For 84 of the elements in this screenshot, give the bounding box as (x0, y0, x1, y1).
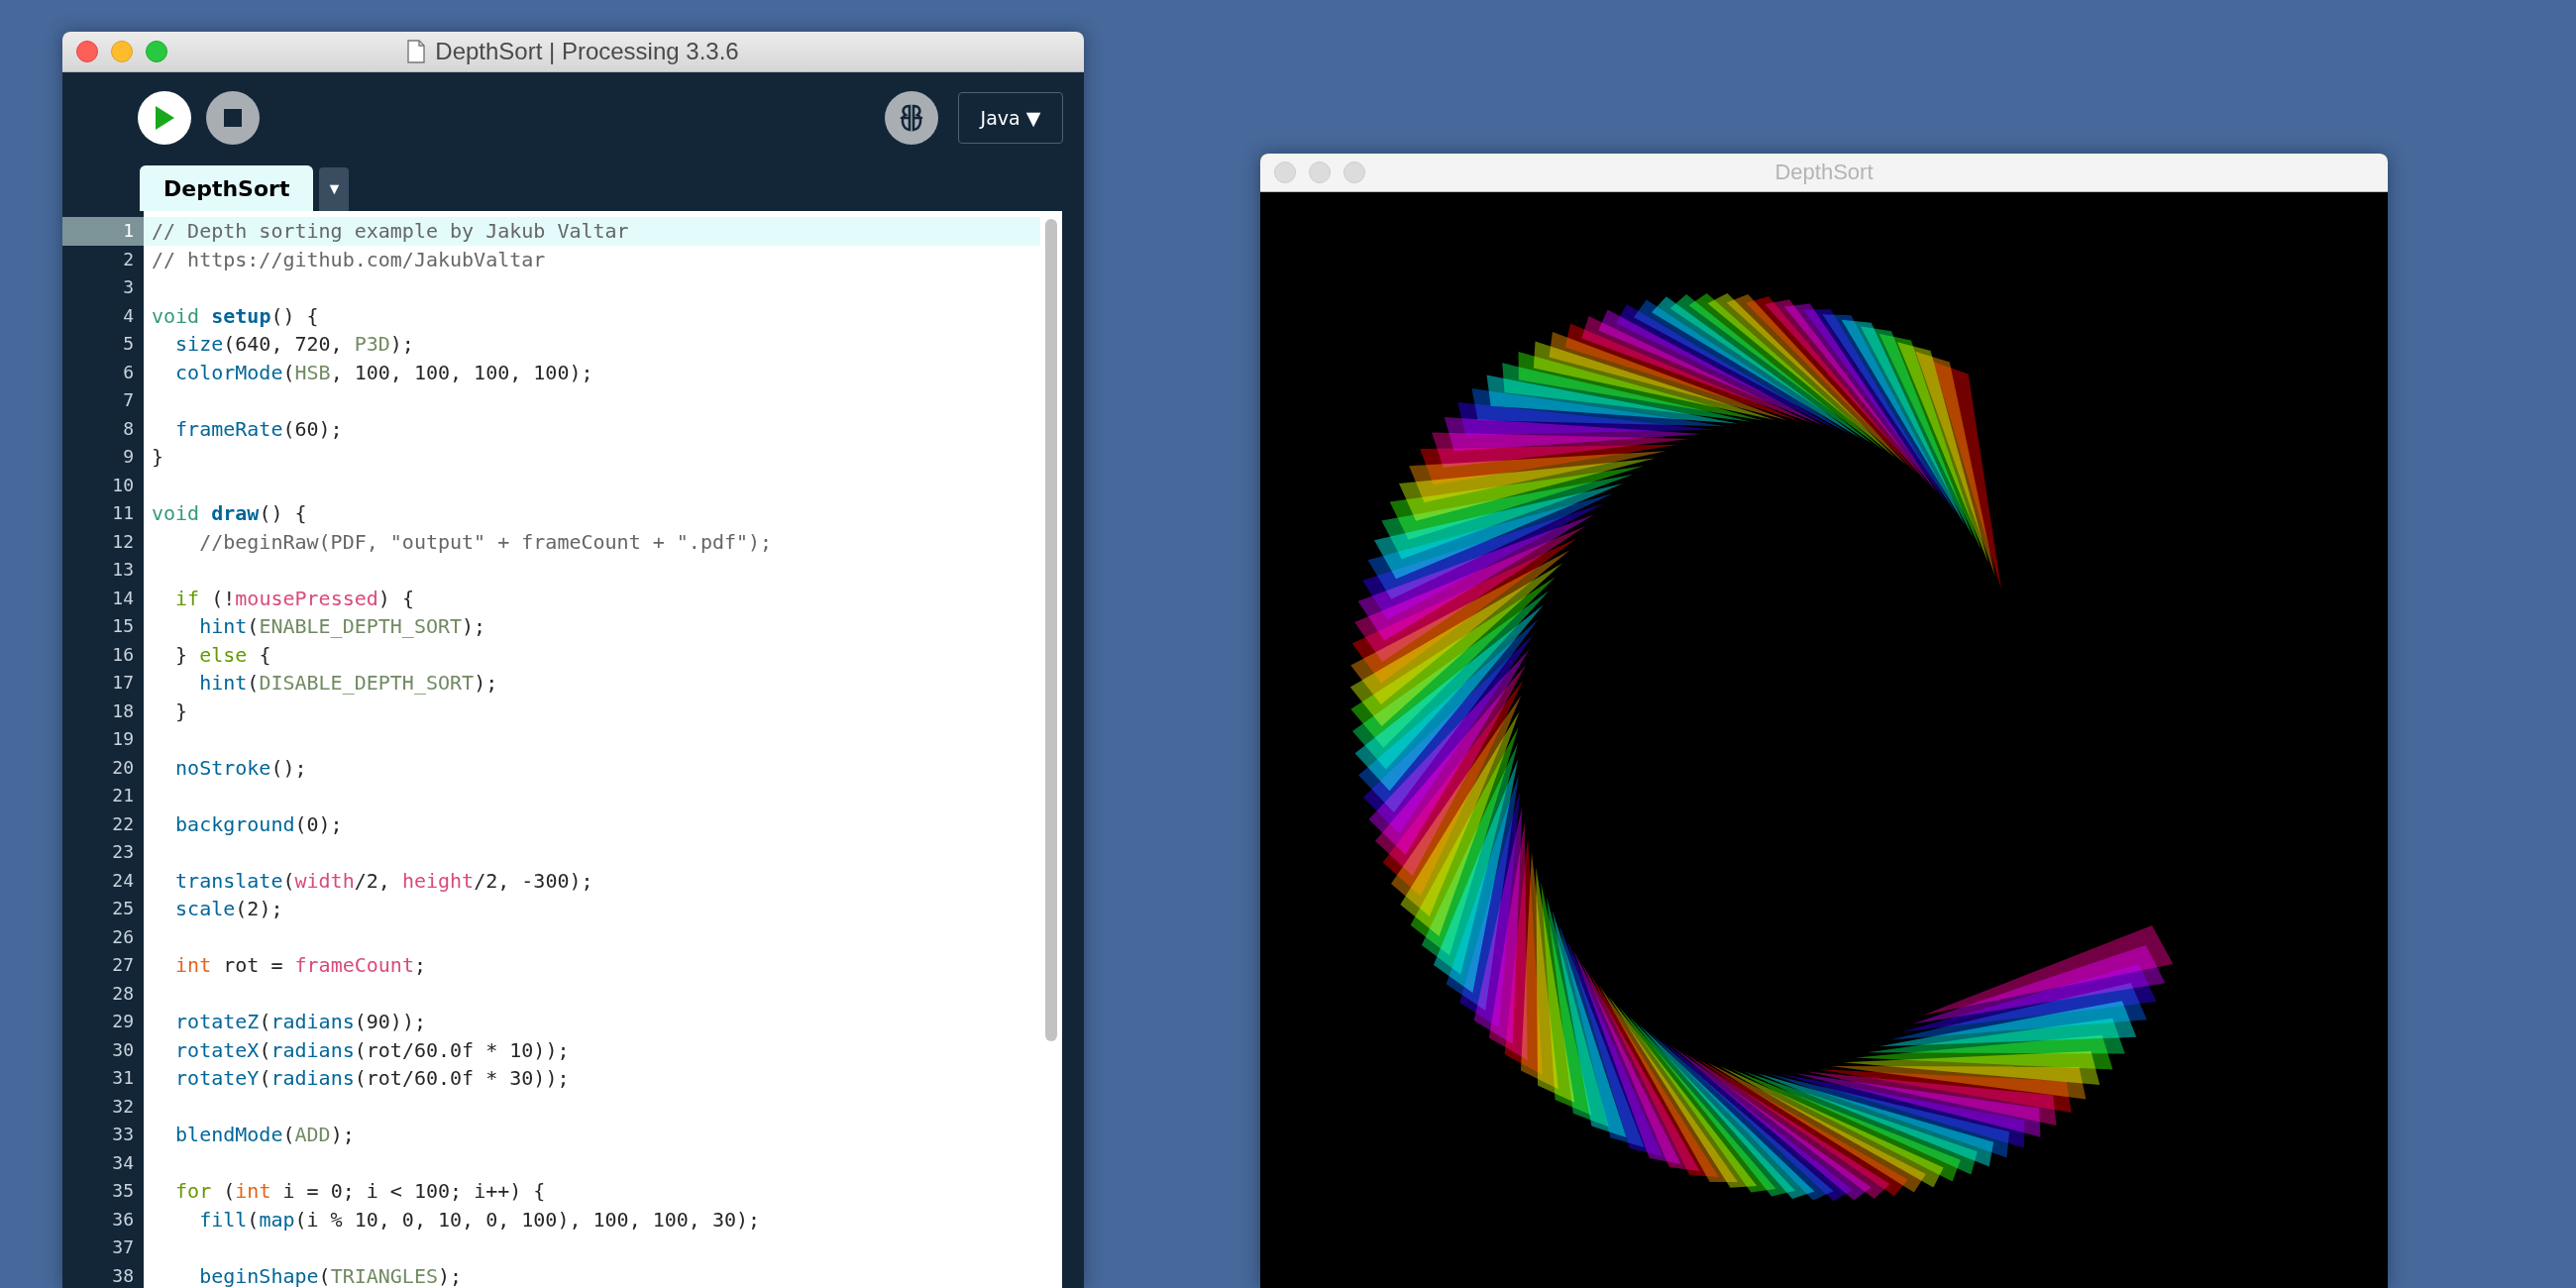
run-button[interactable] (138, 91, 191, 145)
line-number: 34 (112, 1150, 134, 1175)
debug-button[interactable] (885, 91, 938, 145)
code-editor[interactable] (144, 211, 1040, 1288)
line-number: 38 (112, 1263, 134, 1288)
line-number: 28 (112, 981, 134, 1006)
line-number: 15 (112, 614, 134, 638)
line-number: 11 (112, 501, 134, 525)
code-line: rotateX(radians(rot/60.0f * 10)); (174, 1036, 571, 1064)
code-line: frameRate(60); (174, 415, 344, 443)
code-line: blendMode(ADD); (174, 1122, 356, 1148)
line-number: 6 (123, 360, 134, 384)
code-line: for (int i = 0; i < 100; i++) { (174, 1178, 547, 1205)
code-line: scale(2); (174, 896, 284, 922)
play-icon (154, 105, 175, 131)
code-line: beginShape(TRIANGLES); (198, 1262, 464, 1288)
line-number: 7 (123, 388, 134, 412)
stop-button[interactable] (206, 91, 260, 145)
line-number: 8 (123, 416, 134, 441)
code-line: size(640, 720, P3D); (174, 331, 415, 358)
line-number: 1 (123, 219, 134, 243)
line-number: 27 (112, 953, 134, 977)
code-line: fill(map(i % 10, 0, 10, 0, 100), 100, 100, 30); (198, 1206, 762, 1234)
code-line: void setup() { (151, 302, 320, 330)
scrollbar[interactable] (1040, 211, 1062, 1288)
line-number: 29 (112, 1010, 134, 1033)
line-number: 20 (112, 755, 134, 780)
line-number: 16 (112, 642, 134, 667)
code-line: rotateZ(radians(90)); (174, 1009, 427, 1035)
code-line: void draw() { (151, 500, 308, 527)
line-number: 10 (112, 473, 134, 497)
line-number: 13 (112, 558, 134, 582)
line-number: 2 (123, 247, 134, 271)
line-number: 5 (123, 332, 134, 356)
line-number: 9 (123, 445, 134, 469)
minimize-button[interactable] (1309, 161, 1331, 183)
butterfly-icon (899, 103, 924, 133)
code-line: //beginRaw(PDF, "output" + frameCount + ".pdf"); (198, 528, 774, 556)
window-title: DepthSort (1774, 160, 1874, 185)
tab-menu-button[interactable]: ▼ (319, 167, 350, 211)
line-number: 25 (112, 897, 134, 920)
line-number: 19 (112, 727, 134, 751)
close-button[interactable] (76, 41, 98, 62)
stop-icon (224, 109, 242, 127)
line-number: 23 (112, 840, 134, 864)
code-line: } (151, 444, 165, 471)
code-line: int rot = frameCount; (174, 952, 427, 979)
line-number: 30 (112, 1037, 134, 1062)
line-number: 14 (112, 586, 134, 610)
minimize-button[interactable] (111, 41, 133, 62)
code-line: noStroke(); (174, 754, 308, 782)
file-tab[interactable]: DepthSort (140, 165, 314, 211)
line-number: 37 (112, 1235, 134, 1259)
line-number: 36 (112, 1207, 134, 1232)
line-number: 18 (112, 698, 134, 723)
line-number: 35 (112, 1179, 134, 1203)
zoom-button[interactable] (146, 41, 167, 62)
line-number: 33 (112, 1123, 134, 1146)
mode-dropdown[interactable]: Java ▼ (958, 92, 1063, 144)
code-line: // https://github.com/JakubValtar (151, 246, 547, 273)
line-number: 31 (112, 1066, 134, 1090)
code-line: if (!mousePressed) { (174, 585, 415, 612)
line-number: 3 (123, 275, 134, 299)
line-number: 17 (112, 671, 134, 695)
line-number: 12 (112, 529, 134, 554)
code-line: background(0); (174, 810, 344, 838)
document-icon (407, 40, 426, 63)
close-button[interactable] (1274, 161, 1296, 183)
zoom-button[interactable] (1343, 161, 1365, 183)
code-line: } (174, 698, 189, 725)
line-number: 22 (112, 811, 134, 836)
scrollbar-thumb[interactable] (1045, 219, 1057, 1041)
code-line: colorMode(HSB, 100, 100, 100, 100); (174, 359, 594, 386)
line-number: 32 (112, 1094, 134, 1119)
line-number: 4 (123, 303, 134, 328)
code-line: hint(ENABLE_DEPTH_SORT); (198, 613, 487, 640)
line-number: 26 (112, 924, 134, 949)
line-number: 21 (112, 784, 134, 807)
line-number: 24 (112, 868, 134, 893)
code-line: rotateY(radians(rot/60.0f * 30)); (174, 1065, 571, 1092)
code-line: hint(DISABLE_DEPTH_SORT); (198, 670, 499, 697)
code-line: translate(width/2, height/2, -300); (174, 867, 594, 895)
code-line: } else { (174, 641, 272, 669)
window-title: DepthSort | Processing 3.3.6 (435, 38, 739, 65)
